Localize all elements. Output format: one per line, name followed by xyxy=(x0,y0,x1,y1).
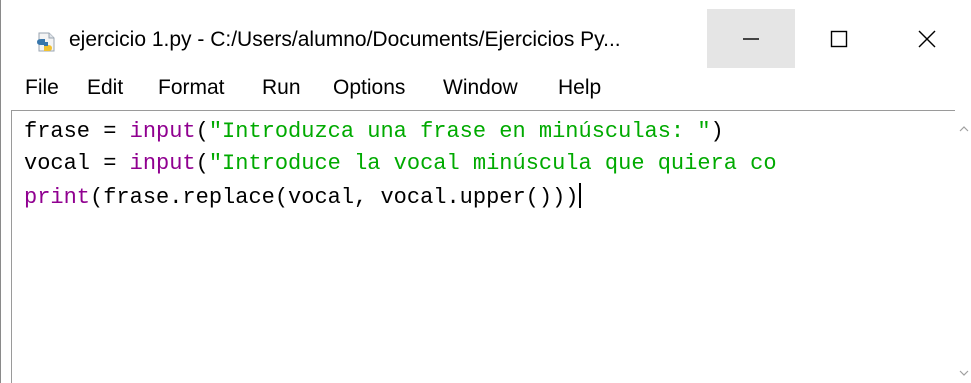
close-button[interactable] xyxy=(883,9,971,68)
code-line-3: print(frase.replace(vocal, vocal.upper()… xyxy=(24,183,581,210)
menu-edit[interactable]: Edit xyxy=(87,76,123,100)
maximize-icon xyxy=(830,30,848,47)
code-token-builtin: input xyxy=(129,119,196,144)
code-token: (frase.replace(vocal, vocal.upper())) xyxy=(90,185,579,210)
close-icon xyxy=(918,30,936,47)
code-token-builtin: print xyxy=(24,185,91,210)
code-editor[interactable]: frase = input("Introduzca una frase en m… xyxy=(11,110,955,383)
code-token: ( xyxy=(195,119,209,144)
code-token-builtin: input xyxy=(129,151,196,176)
code-token: ) xyxy=(710,119,724,144)
code-token-string: "Introduzca una frase en minúsculas: " xyxy=(208,119,711,144)
menu-format[interactable]: Format xyxy=(158,76,225,100)
menu-run[interactable]: Run xyxy=(262,76,301,100)
menu-bar: File Edit Format Run Options Window Help xyxy=(1,68,971,110)
minimize-button[interactable] xyxy=(707,9,795,68)
window-title: ejercicio 1.py - C:/Users/alumno/Documen… xyxy=(69,28,621,51)
menu-window[interactable]: Window xyxy=(443,76,518,100)
code-token: vocal = xyxy=(24,151,130,176)
chevron-down-icon xyxy=(959,370,968,376)
menu-file[interactable]: File xyxy=(25,76,59,100)
code-line-2: vocal = input("Introduce la vocal minúsc… xyxy=(24,151,777,176)
code-token: ( xyxy=(195,151,209,176)
menu-options[interactable]: Options xyxy=(333,76,405,100)
python-file-icon xyxy=(37,32,55,52)
maximize-button[interactable] xyxy=(795,9,883,68)
code-token: frase = xyxy=(24,119,130,144)
menu-help[interactable]: Help xyxy=(558,76,601,100)
idle-editor-window: ejercicio 1.py - C:/Users/alumno/Documen… xyxy=(0,0,971,383)
title-bar[interactable]: ejercicio 1.py - C:/Users/alumno/Documen… xyxy=(1,0,971,68)
code-line-1: frase = input("Introduzca una frase en m… xyxy=(24,119,724,144)
scroll-down-button[interactable] xyxy=(955,364,971,381)
scroll-up-button[interactable] xyxy=(955,120,971,137)
text-cursor xyxy=(578,183,581,208)
code-token-string: "Introduce la vocal minúscula que quiera… xyxy=(208,151,777,176)
vertical-scrollbar[interactable] xyxy=(955,110,971,383)
minimize-icon xyxy=(743,37,759,40)
chevron-up-icon xyxy=(959,125,968,131)
